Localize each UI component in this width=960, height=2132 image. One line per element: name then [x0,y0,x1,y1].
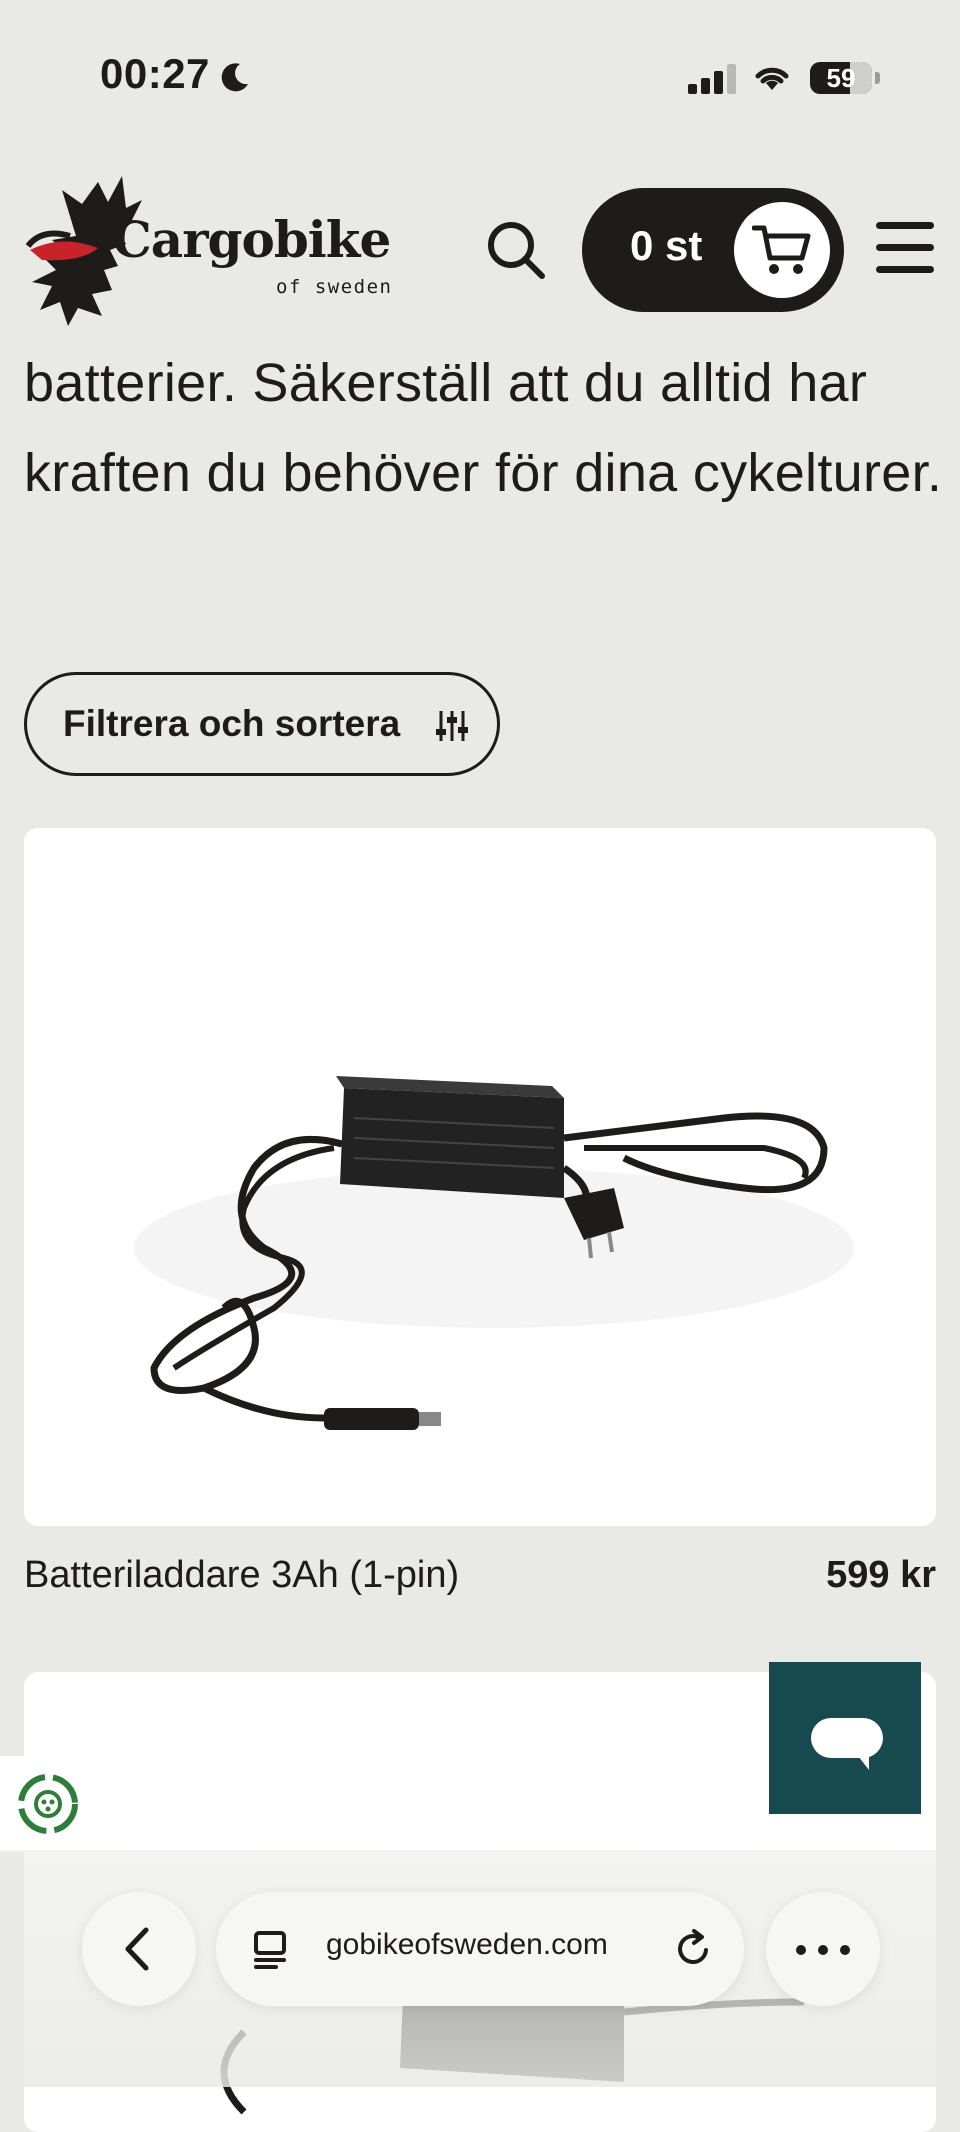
chat-bubble-icon [811,1718,883,1758]
status-time: 00:27 [100,50,210,97]
recycle-badge[interactable] [0,1756,96,1852]
product-image-charger [134,1076,854,1430]
dot-icon [796,1945,806,1955]
wifi-icon [755,67,789,90]
url-text: gobikeofsweden.com [326,1928,608,1961]
more-options-button[interactable] [766,1892,880,2006]
reader-mode-icon[interactable] [250,1930,290,1970]
cart-count: 0 st [630,222,703,269]
battery-icon: 59 [810,62,880,94]
product-card[interactable] [24,828,936,1526]
reload-icon[interactable] [672,1928,714,1970]
chat-button[interactable] [769,1662,921,1814]
moon-icon [221,63,248,92]
category-description: batterier. Säkerställ att du alltid har … [24,353,943,503]
dot-icon [818,1945,828,1955]
dot-icon [840,1945,850,1955]
recycle-icon [18,1774,78,1834]
battery-level: 59 [826,63,856,93]
product-name[interactable]: Batteriladdare 3Ah (1-pin) [24,1554,459,1597]
address-bar[interactable]: gobikeofsweden.com [216,1892,744,2006]
chevron-left-icon [125,1927,149,1971]
product-price: 599 kr [826,1554,936,1596]
cart-button[interactable]: 0 st [582,188,844,312]
cellular-signal-icon [688,64,736,94]
cart-icon [752,225,811,274]
cart-icon-wrap [734,202,830,298]
back-button[interactable] [82,1892,196,2006]
filter-sort-button[interactable]: Filtrera och sortera [24,672,500,776]
sliders-icon [436,711,468,741]
search-icon[interactable] [484,218,548,282]
hamburger-menu-icon[interactable] [876,222,936,274]
logo-subtitle: of sweden [276,276,393,298]
chat-bubble-tail [855,1752,869,1770]
logo-wordmark: Cargobike [112,210,391,269]
filter-sort-label: Filtrera och sortera [63,703,401,744]
